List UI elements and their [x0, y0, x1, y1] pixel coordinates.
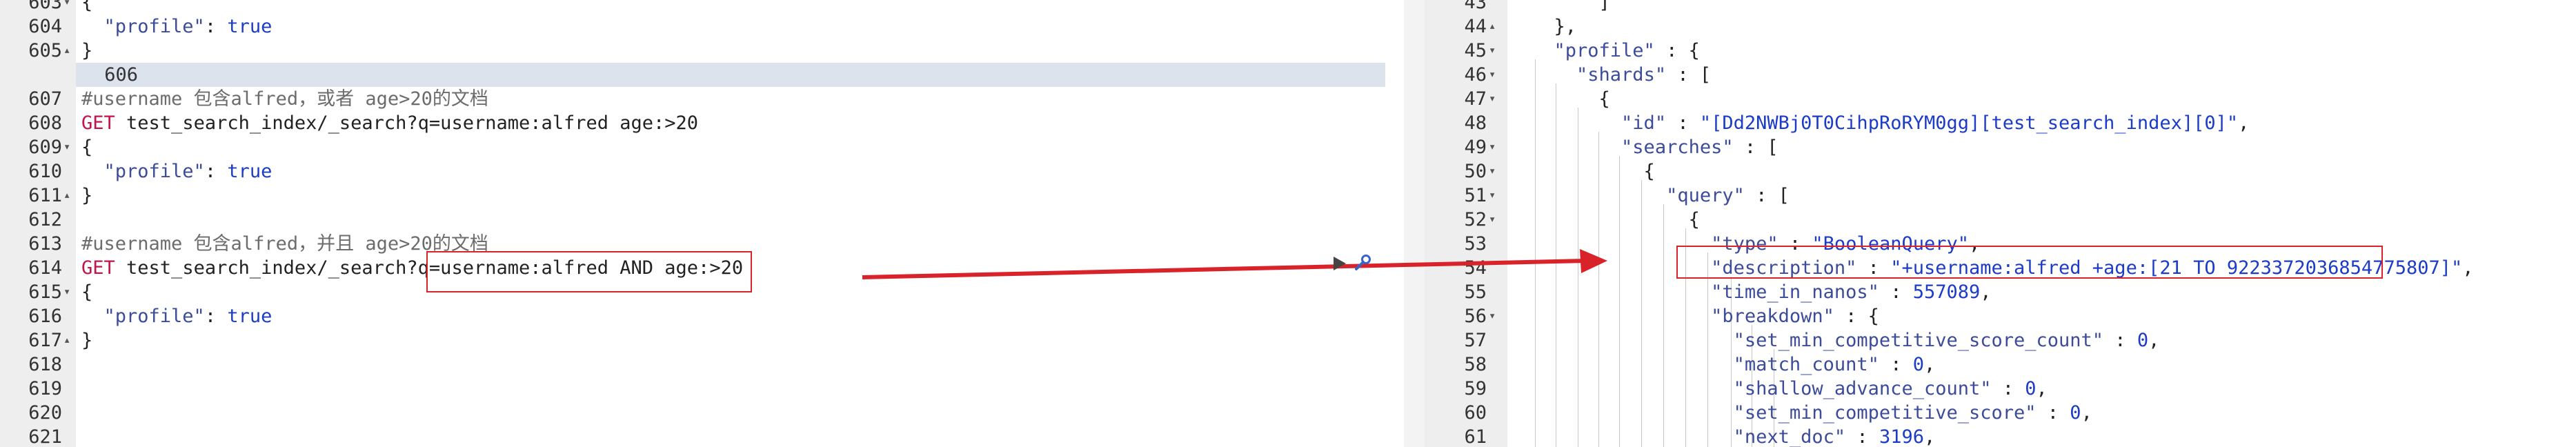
- annotation-arrow: [862, 249, 1607, 279]
- wrench-icon[interactable]: [1354, 254, 1371, 272]
- play-icon[interactable]: [1331, 255, 1348, 272]
